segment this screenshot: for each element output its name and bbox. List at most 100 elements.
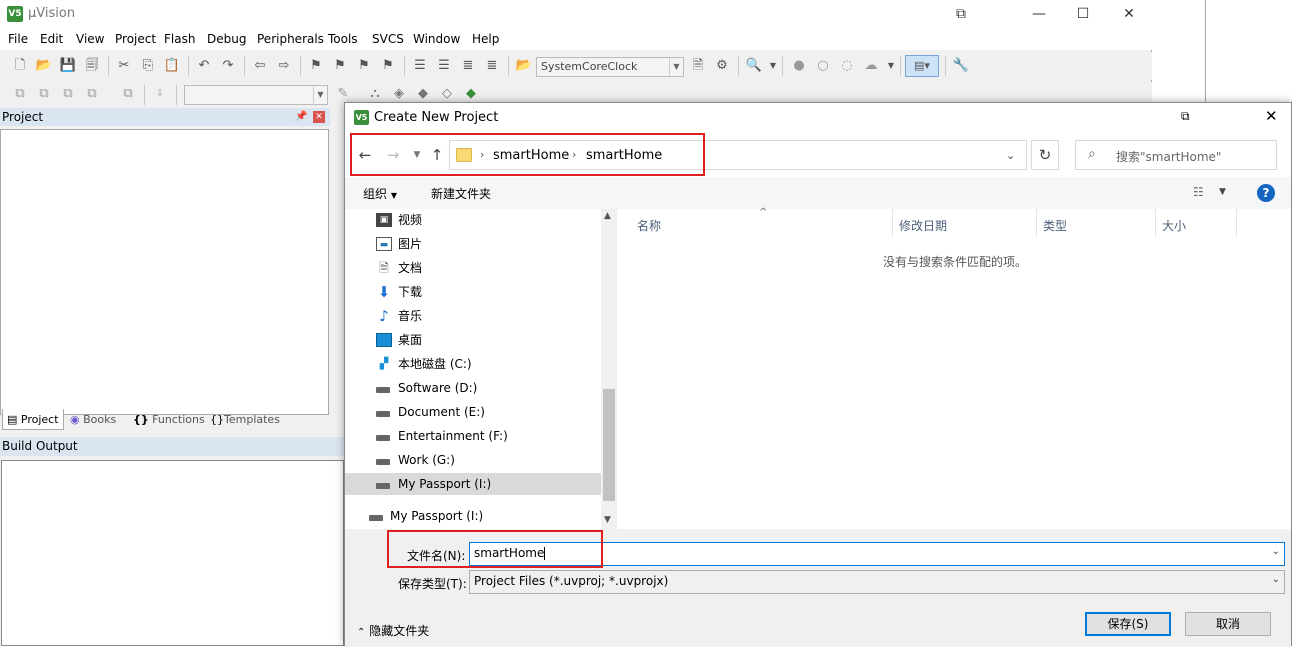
symbol-combo[interactable]: SystemCoreClock ▼ <box>536 57 684 77</box>
minimize-button[interactable]: — <box>1016 0 1062 28</box>
rebuild-icon[interactable]: ⧉ <box>59 85 77 103</box>
device-database-icon[interactable]: ◆ <box>462 85 480 103</box>
menu-peripherals[interactable]: Peripherals <box>257 32 324 46</box>
close-button[interactable]: ✕ <box>1106 0 1152 28</box>
restore-icon[interactable]: ⧉ <box>1181 109 1190 124</box>
pin-icon[interactable]: 📌 <box>295 108 307 126</box>
column-size[interactable]: 大小 <box>1162 217 1186 234</box>
tab-books[interactable]: ◉ Books <box>70 409 126 430</box>
indent-icon[interactable]: ☰ <box>411 57 429 75</box>
scrollbar-thumb[interactable] <box>603 389 615 501</box>
paste-icon[interactable]: 📋 <box>163 57 181 75</box>
tree-item-music[interactable]: ♪ 音乐 <box>345 305 601 327</box>
translate-icon[interactable]: ⧉ <box>11 85 29 103</box>
manage-project-icon[interactable]: ⛬ <box>366 85 384 103</box>
zoom-dropdown-icon[interactable]: ▼ <box>764 57 782 75</box>
breakpoint-dropdown-icon[interactable]: ▼ <box>882 57 900 75</box>
menu-help[interactable]: Help <box>472 32 499 46</box>
pack-installer-icon[interactable]: ◇ <box>438 85 456 103</box>
bookmark-clear-icon[interactable]: ⚑ <box>379 57 397 75</box>
view-options-icon[interactable]: ☷ <box>1193 185 1204 199</box>
target-options-icon[interactable]: ✎ <box>334 85 352 103</box>
select-packs-icon[interactable]: ◆ <box>414 85 432 103</box>
menu-file[interactable]: File <box>8 32 28 46</box>
menu-window[interactable]: Window <box>413 32 460 46</box>
bookmark-icon[interactable]: ⚑ <box>307 57 325 75</box>
tree-item-desktop[interactable]: 桌面 <box>345 329 601 351</box>
redo-icon[interactable]: ↷ <box>219 57 237 75</box>
tree-item-drive-f[interactable]: Entertainment (F:) <box>345 425 601 447</box>
tree-item-pictures[interactable]: ▬ 图片 <box>345 233 601 255</box>
open-folder-icon[interactable]: 📂 <box>35 57 53 75</box>
search-input[interactable]: ⌕ 搜索"smartHome" <box>1075 140 1277 170</box>
nav-back-icon[interactable]: ⇦ <box>251 57 269 75</box>
refresh-icon[interactable]: ↻ <box>1031 140 1059 170</box>
breakpoint-kill-icon[interactable]: ☁ <box>862 57 880 75</box>
tree-item-drive-g[interactable]: Work (G:) <box>345 449 601 471</box>
tab-templates[interactable]: {}Templates <box>210 409 288 430</box>
breakpoint-disable-icon[interactable]: ○ <box>814 57 832 75</box>
uncomment-icon[interactable]: ≣ <box>483 57 501 75</box>
batch-build-icon[interactable]: ⧉ <box>83 85 101 103</box>
save-icon[interactable]: 💾 <box>59 57 77 75</box>
tree-scrollbar[interactable]: ▲ ▼ <box>601 209 617 529</box>
tree-item-passport-root[interactable]: My Passport (I:) <box>345 505 601 527</box>
find-in-files-icon[interactable]: 📂 <box>515 57 533 75</box>
help-icon[interactable]: ? <box>1257 184 1275 202</box>
menu-project[interactable]: Project <box>115 32 156 46</box>
organize-button[interactable]: 组织 ▼ <box>363 185 397 202</box>
tree-item-drive-i[interactable]: My Passport (I:) <box>345 473 601 495</box>
stop-build-icon[interactable]: ⧉ <box>119 85 137 103</box>
bookmark-prev-icon[interactable]: ⚑ <box>331 57 349 75</box>
tree-item-drive-c[interactable]: ▞ 本地磁盘 (C:) <box>345 353 601 375</box>
manage-rte-icon[interactable]: ◈ <box>390 85 408 103</box>
menu-svcs[interactable]: SVCS <box>372 32 404 46</box>
build-icon[interactable]: ⧉ <box>35 85 53 103</box>
menu-debug[interactable]: Debug <box>207 32 246 46</box>
cancel-button[interactable]: 取消 <box>1185 612 1271 636</box>
filetype-select[interactable]: Project Files (*.uvproj; *.uvprojx) ⌄ <box>469 570 1285 594</box>
tree-item-videos[interactable]: ▣ 视频 <box>345 209 601 231</box>
window-layout-icon[interactable]: ▤▾ <box>905 55 939 77</box>
nav-forward-icon[interactable]: ⇨ <box>275 57 293 75</box>
breakpoint-clear-icon[interactable]: ◌ <box>838 57 856 75</box>
column-type[interactable]: 类型 <box>1043 217 1067 234</box>
menu-view[interactable]: View <box>76 32 104 46</box>
project-tree-area[interactable] <box>0 129 329 415</box>
copy-icon[interactable]: ⎘ <box>139 57 157 75</box>
tree-item-documents[interactable]: 🗎 文档 <box>345 257 601 279</box>
breakpoint-icon[interactable]: ● <box>790 57 808 75</box>
hide-folders-toggle[interactable]: ⌃ 隐藏文件夹 <box>357 622 429 639</box>
cut-icon[interactable]: ✂ <box>115 57 133 75</box>
bookmark-next-icon[interactable]: ⚑ <box>355 57 373 75</box>
target-combo[interactable]: ▼ <box>184 85 328 105</box>
new-folder-button[interactable]: 新建文件夹 <box>431 185 491 202</box>
comment-icon[interactable]: ≣ <box>459 57 477 75</box>
menu-tools[interactable]: Tools <box>328 32 358 46</box>
restore-icon[interactable]: ⧉ <box>938 0 984 28</box>
save-button[interactable]: 保存(S) <box>1085 612 1171 636</box>
tab-project[interactable]: ▤ Project <box>2 409 64 430</box>
menu-flash[interactable]: Flash <box>164 32 195 46</box>
view-dropdown-icon[interactable]: ▼ <box>1219 187 1226 197</box>
panel-close-icon[interactable]: ✕ <box>313 111 325 123</box>
unindent-icon[interactable]: ☰ <box>435 57 453 75</box>
chevron-down-icon[interactable]: ⌄ <box>1006 149 1015 162</box>
menu-edit[interactable]: Edit <box>40 32 63 46</box>
configure-wrench-icon[interactable]: 🔧 <box>952 57 970 75</box>
dialog-close-button[interactable]: ✕ <box>1265 107 1278 125</box>
maximize-button[interactable]: ☐ <box>1060 0 1106 28</box>
tab-functions[interactable]: {} Functions <box>133 409 205 430</box>
tree-item-drive-e[interactable]: Document (E:) <box>345 401 601 423</box>
new-file-icon[interactable]: 🗋 <box>11 57 29 75</box>
tree-item-downloads[interactable]: ⬇ 下载 <box>345 281 601 303</box>
build-output-area[interactable] <box>1 460 344 646</box>
replace-icon[interactable]: ⚙ <box>713 57 731 75</box>
find-icon[interactable]: 🗎 <box>689 57 707 75</box>
column-modified[interactable]: 修改日期 <box>899 217 947 234</box>
undo-icon[interactable]: ↶ <box>195 57 213 75</box>
chevron-down-icon[interactable]: ⌄ <box>1272 546 1280 557</box>
scroll-up-icon[interactable]: ▲ <box>604 211 611 221</box>
download-load-icon[interactable]: ⇩ <box>151 85 169 103</box>
save-all-icon[interactable]: 🗐 <box>83 57 101 75</box>
